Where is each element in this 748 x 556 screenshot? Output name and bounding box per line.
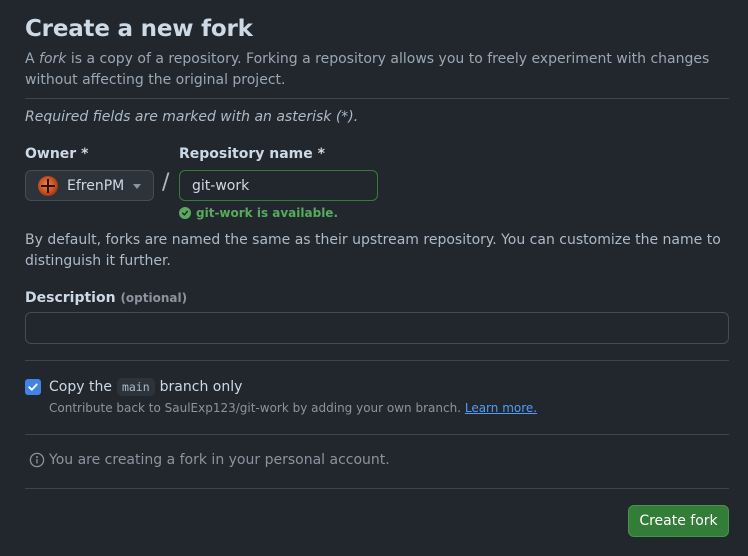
copy-branch-help-text: Contribute back to SaulExp123/git-work b… bbox=[49, 401, 462, 415]
repo-name-label: Repository name * bbox=[179, 146, 325, 162]
branch-name-code: main bbox=[116, 378, 155, 396]
availability-text: git-work is available. bbox=[196, 206, 339, 220]
check-circle-icon bbox=[179, 207, 191, 219]
description-label-text: Description bbox=[25, 290, 116, 306]
triangle-down-icon bbox=[133, 184, 141, 189]
owner-label: Owner * bbox=[25, 146, 89, 162]
divider bbox=[25, 98, 729, 99]
required-note: Required fields are marked with an aster… bbox=[25, 109, 359, 125]
owner-select[interactable]: EfrenPM bbox=[25, 170, 154, 201]
page-title: Create a new fork bbox=[25, 16, 253, 42]
copy-main-branch-label[interactable]: Copy the main branch only bbox=[49, 378, 242, 396]
avatar bbox=[38, 175, 58, 196]
copy-suffix: branch only bbox=[159, 379, 243, 395]
intro-prefix: A bbox=[25, 51, 40, 67]
check-icon bbox=[28, 383, 38, 391]
intro-text: A fork is a copy of a repository. Forkin… bbox=[25, 49, 729, 91]
copy-prefix: Copy the bbox=[49, 379, 112, 395]
personal-account-notice: You are creating a fork in your personal… bbox=[29, 452, 390, 468]
learn-more-link[interactable]: Learn more. bbox=[465, 401, 537, 415]
copy-main-branch-option: Copy the main branch only bbox=[25, 378, 242, 396]
intro-emphasis: fork bbox=[39, 51, 67, 67]
fork-name-help: By default, forks are named the same as … bbox=[25, 232, 721, 269]
divider bbox=[25, 434, 729, 435]
optional-tag: (optional) bbox=[120, 291, 188, 305]
availability-message: git-work is available. bbox=[179, 206, 338, 220]
personal-account-text: You are creating a fork in your personal… bbox=[49, 452, 390, 468]
owner-name: EfrenPM bbox=[67, 177, 125, 194]
copy-main-branch-checkbox[interactable] bbox=[25, 379, 41, 395]
intro-rest: is a copy of a repository. Forking a rep… bbox=[25, 51, 710, 88]
info-icon bbox=[29, 452, 45, 468]
copy-branch-help: Contribute back to SaulExp123/git-work b… bbox=[49, 401, 537, 415]
owner-repo-separator: / bbox=[162, 170, 170, 195]
description-input[interactable] bbox=[25, 312, 729, 344]
description-label: Description (optional) bbox=[25, 290, 187, 306]
divider bbox=[25, 360, 729, 361]
repo-name-input[interactable] bbox=[179, 170, 378, 201]
divider bbox=[25, 488, 729, 489]
create-fork-button[interactable]: Create fork bbox=[628, 505, 729, 537]
